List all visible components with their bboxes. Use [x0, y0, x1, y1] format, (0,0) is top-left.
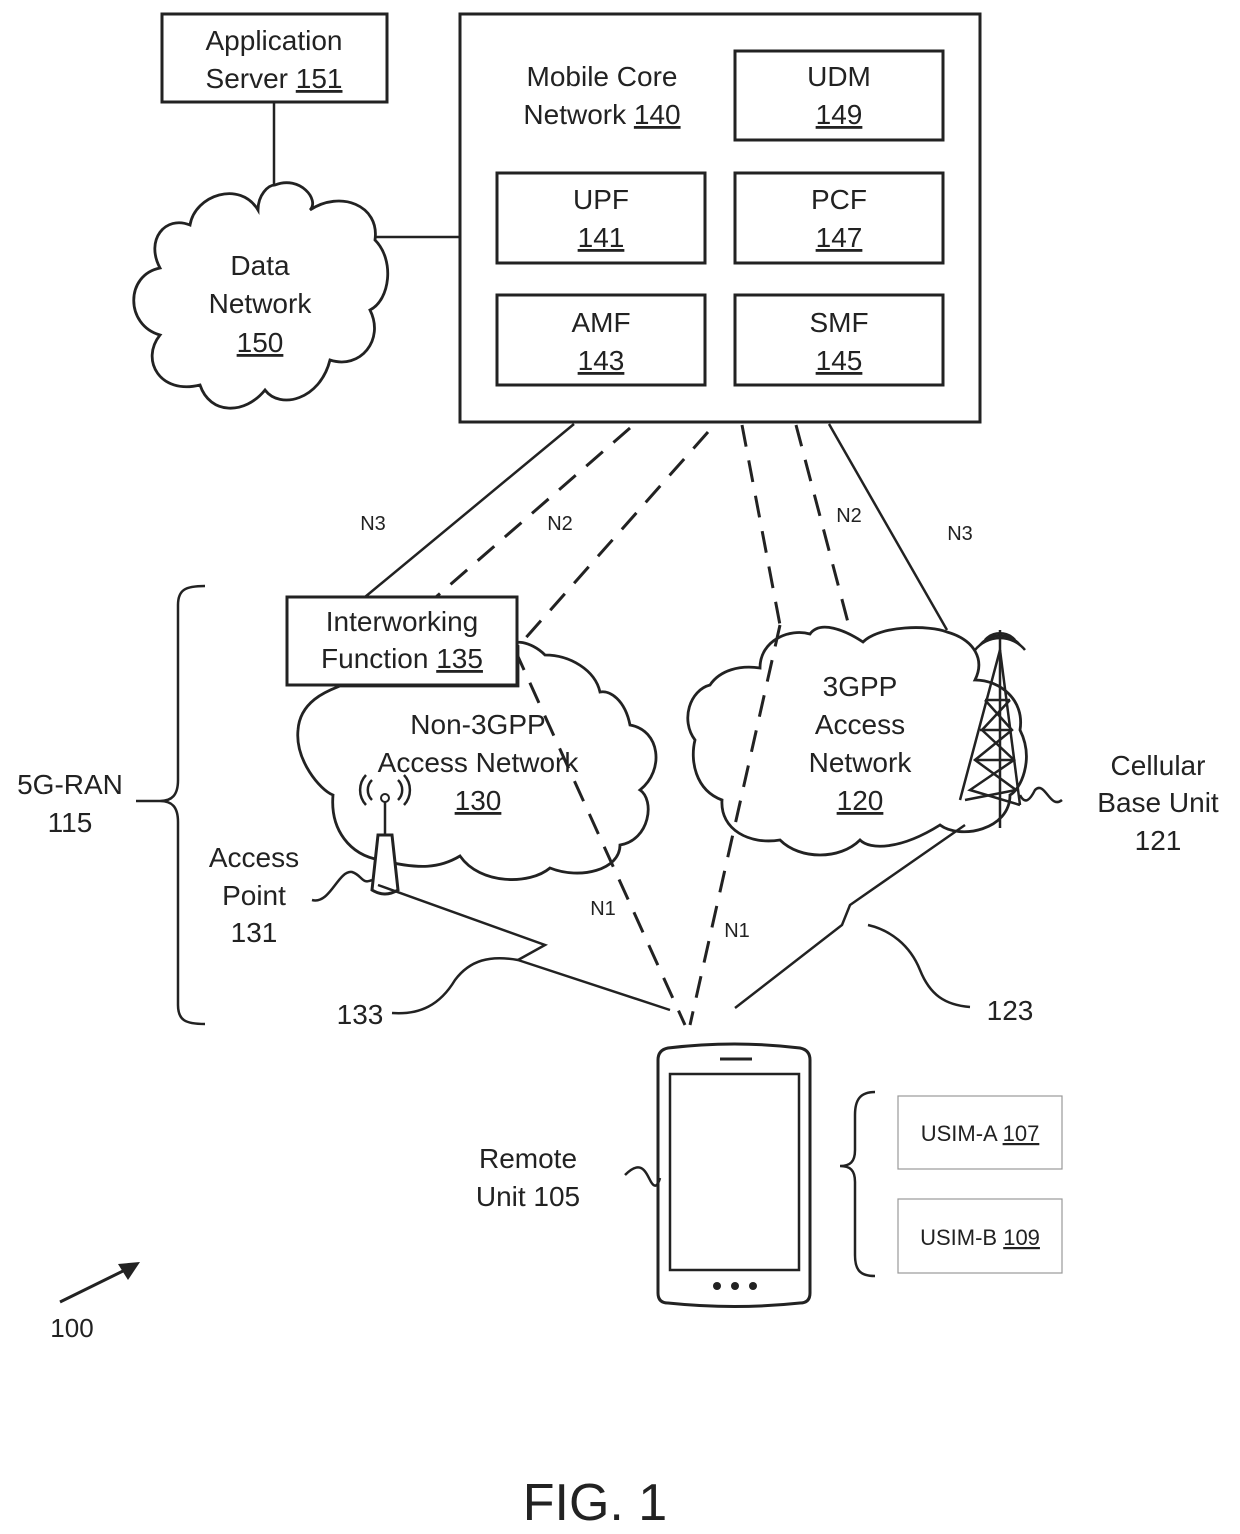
usim-a-box: USIM-A 107 [897, 1095, 1063, 1170]
cell-link-leader [867, 923, 971, 1009]
data-network-line2: Network [209, 288, 313, 319]
figure-ref-arrow-icon [59, 1262, 140, 1304]
base-unit-line2: Base Unit [1097, 787, 1219, 818]
remote-unit-line2: Unit 105 [476, 1181, 580, 1212]
ran-brace [159, 584, 206, 1026]
remote-unit-line1: Remote [479, 1143, 577, 1174]
app-server-line1: Application [206, 25, 343, 56]
3gpp-line1: 3GPP [823, 671, 898, 702]
base-unit-line3: 121 [1135, 825, 1182, 856]
ran-line1: 5G-RAN [17, 769, 123, 800]
n2-right-line [794, 424, 852, 631]
figure-ref-number: 100 [50, 1313, 93, 1343]
cell-link-label: 123 [987, 995, 1034, 1026]
base-unit-line1: Cellular [1111, 750, 1206, 781]
svg-text:PCF: PCF [811, 184, 867, 215]
n1-left-label: N1 [590, 898, 616, 920]
svg-text:AMF: AMF [571, 307, 630, 338]
3gpp-line2: Access [815, 709, 905, 740]
iwf-line1: Interworking [326, 606, 479, 637]
3gpp-num: 120 [837, 785, 884, 816]
n1-right-upper-line [740, 424, 782, 626]
n1-right-label: N1 [724, 920, 750, 942]
usim-b-box: USIM-B 109 [897, 1198, 1063, 1274]
app-server-line2: Server 151 [206, 63, 343, 94]
n3-right-label: N3 [947, 523, 973, 545]
ran-line2: 115 [48, 807, 93, 838]
svg-text:UDM: UDM [807, 61, 871, 92]
wlan-link-label: 133 [337, 999, 384, 1030]
figure-title: FIG. 1 [523, 1474, 667, 1532]
svg-text:SMF: SMF [809, 307, 868, 338]
svg-text:147: 147 [816, 222, 863, 253]
data-network-num: 150 [237, 327, 284, 358]
n3-left-label: N3 [360, 513, 386, 535]
remote-unit-phone-icon [656, 1042, 812, 1308]
udm-box: UDM 149 [733, 49, 945, 142]
usim-brace [839, 1090, 876, 1278]
cell-wireless-link [734, 823, 966, 1009]
pcf-box: PCF 147 [733, 171, 945, 265]
core-line1: Mobile Core [527, 61, 678, 92]
wlan-wireless-link [377, 883, 671, 1012]
remote-unit-leader [624, 1166, 662, 1187]
svg-text:USIM-A 107: USIM-A 107 [921, 1121, 1040, 1146]
access-point-line1: Access [209, 842, 299, 873]
n3-right-line [827, 423, 949, 631]
svg-text:USIM-B 109: USIM-B 109 [920, 1225, 1040, 1250]
iwf-line2: Function 135 [321, 643, 483, 674]
n1-left-upper-line [513, 431, 710, 651]
svg-text:149: 149 [816, 99, 863, 130]
3gpp-line3: Network [809, 747, 913, 778]
data-network-line1: Data [230, 250, 290, 281]
non3gpp-num: 130 [455, 785, 502, 816]
svg-text:145: 145 [816, 345, 863, 376]
non3gpp-line1: Non-3GPP [410, 709, 545, 740]
n3-left-line [364, 423, 575, 598]
access-point-line3: 131 [231, 917, 278, 948]
network-diagram: Application Server 151 Data Network 150 … [17, 12, 1219, 1532]
n2-left-label: N2 [547, 513, 573, 535]
n2-right-label: N2 [836, 505, 862, 527]
wlan-link-leader [391, 956, 519, 1015]
core-line2: Network 140 [523, 99, 680, 130]
non3gpp-line2: Access Network [378, 747, 580, 778]
svg-text:UPF: UPF [573, 184, 629, 215]
upf-box: UPF 141 [495, 171, 707, 265]
svg-text:141: 141 [578, 222, 625, 253]
amf-box: AMF 143 [495, 293, 707, 387]
svg-text:143: 143 [578, 345, 625, 376]
smf-box: SMF 145 [733, 293, 945, 387]
n2-left-line [435, 426, 631, 599]
access-point-line2: Point [222, 880, 286, 911]
